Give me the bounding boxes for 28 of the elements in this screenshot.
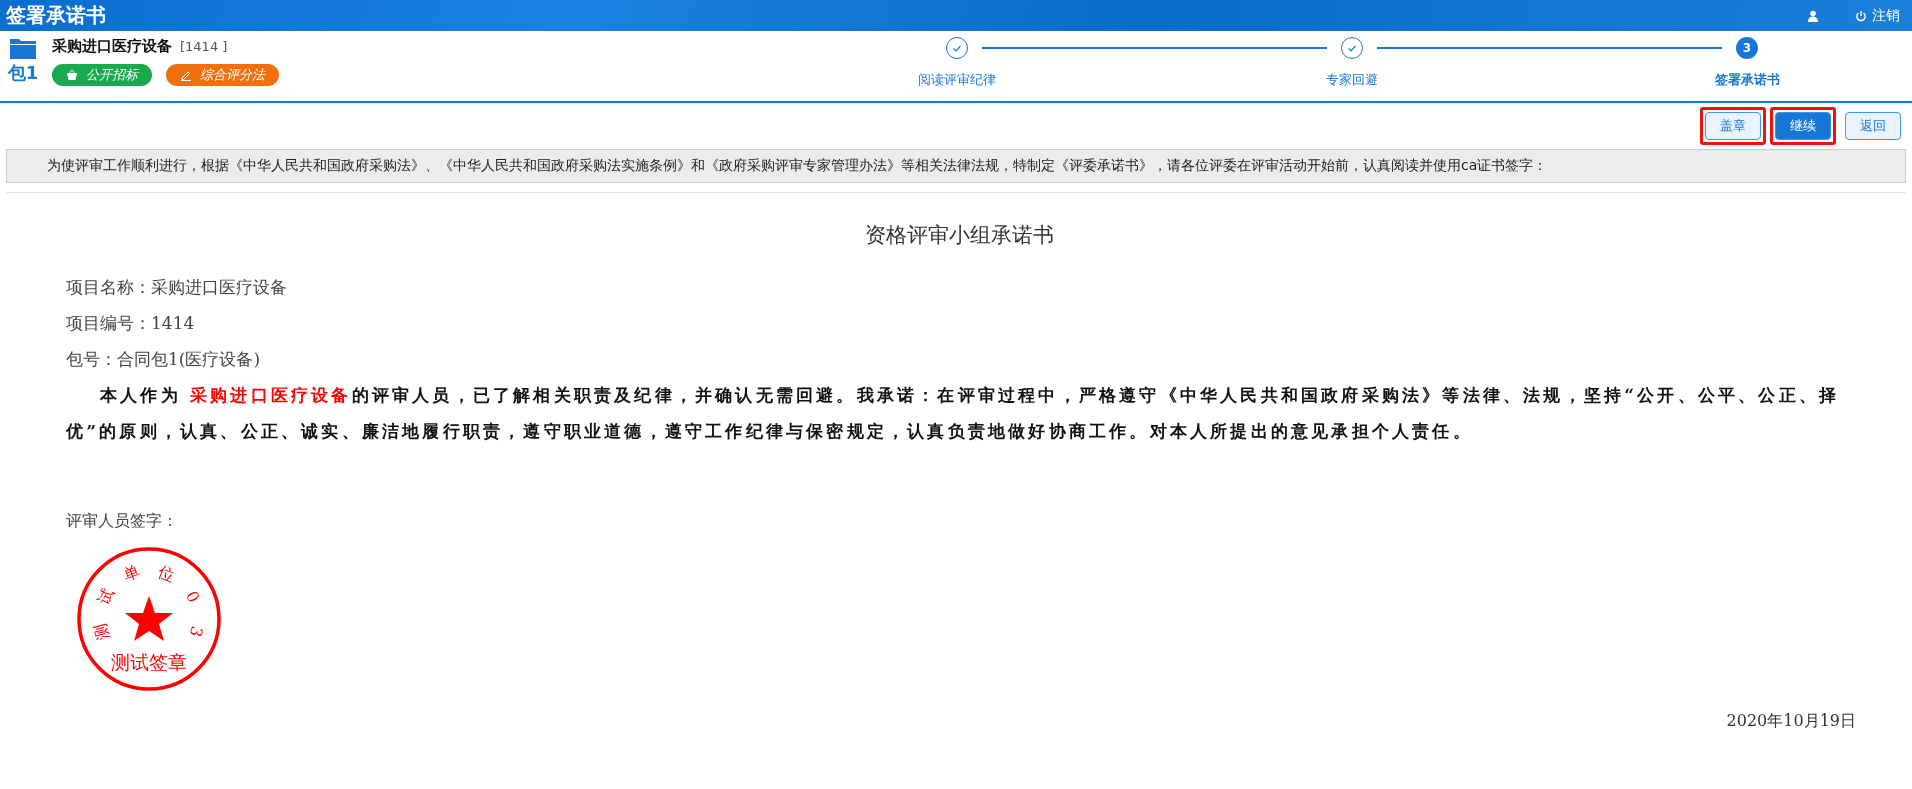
action-button[interactable]: 返回 [1845, 112, 1901, 140]
document-title: 资格评审小组承诺书 [863, 222, 1055, 249]
document-field: 包号：合同包1(医疗设备) [66, 341, 1852, 377]
pledge-paragraph: 本人作为 采购进口医疗设备 的评审人员，已了解相关职责及纪律，并确认无需回避。我承诺：在评审过程中，严格遵守《中华人民共和国政府采购法》等法律、法规，坚持“公开、公平、公正、择优”的原则，认真、公正、诚实、廉洁地履行职责，遵守职业道德，遵守工作纪律与保密规定，认真负责地做好协商工作。对本人所提出的意见承担个人责任。 [66, 384, 1841, 443]
step-number: 3 [1736, 37, 1758, 59]
document-date: 2020年10月19日 [1726, 711, 1856, 732]
step-label: 专家回避 [1326, 71, 1378, 89]
notice-text: 为使评审工作顺利进行，根据《中华人民共和国政府采购法》、《中华人民共和国政府采购法实施条例》和《政府采购评审专家管理办法》等相关法律法规，特制定《评委承诺书》，请各位评委在评审活动开始前，认真阅读并使用ca证书签字： [6, 149, 1906, 183]
method-tag: 综合评分法 [166, 64, 279, 86]
action-button[interactable]: 盖章 [1705, 112, 1761, 140]
method-tag: 公开招标 [52, 64, 152, 86]
folder-icon [10, 37, 36, 59]
logout-button[interactable]: 注销 [1855, 6, 1900, 25]
power-icon [1855, 9, 1867, 22]
basket-icon [66, 69, 78, 81]
signature-label: 评审人员签字： [66, 511, 179, 532]
project-code: [1414 ] [180, 39, 228, 54]
step-label: 阅读评审纪律 [918, 71, 996, 89]
seal-stamp: 测试单位03 测试签章 [74, 544, 224, 694]
document-field: 项目名称：采购进口医疗设备 [66, 269, 1852, 305]
page-title: 签署承诺书 [6, 2, 106, 29]
project-name: 采购进口医疗设备 [52, 37, 172, 56]
document-field: 项目编号：1414 [66, 305, 1852, 341]
step-label: 签署承诺书 [1714, 71, 1780, 89]
user-icon[interactable] [1807, 9, 1819, 22]
package-label: 包1 [7, 61, 39, 85]
action-button[interactable]: 继续 [1775, 112, 1831, 140]
pencil-icon [180, 69, 192, 81]
